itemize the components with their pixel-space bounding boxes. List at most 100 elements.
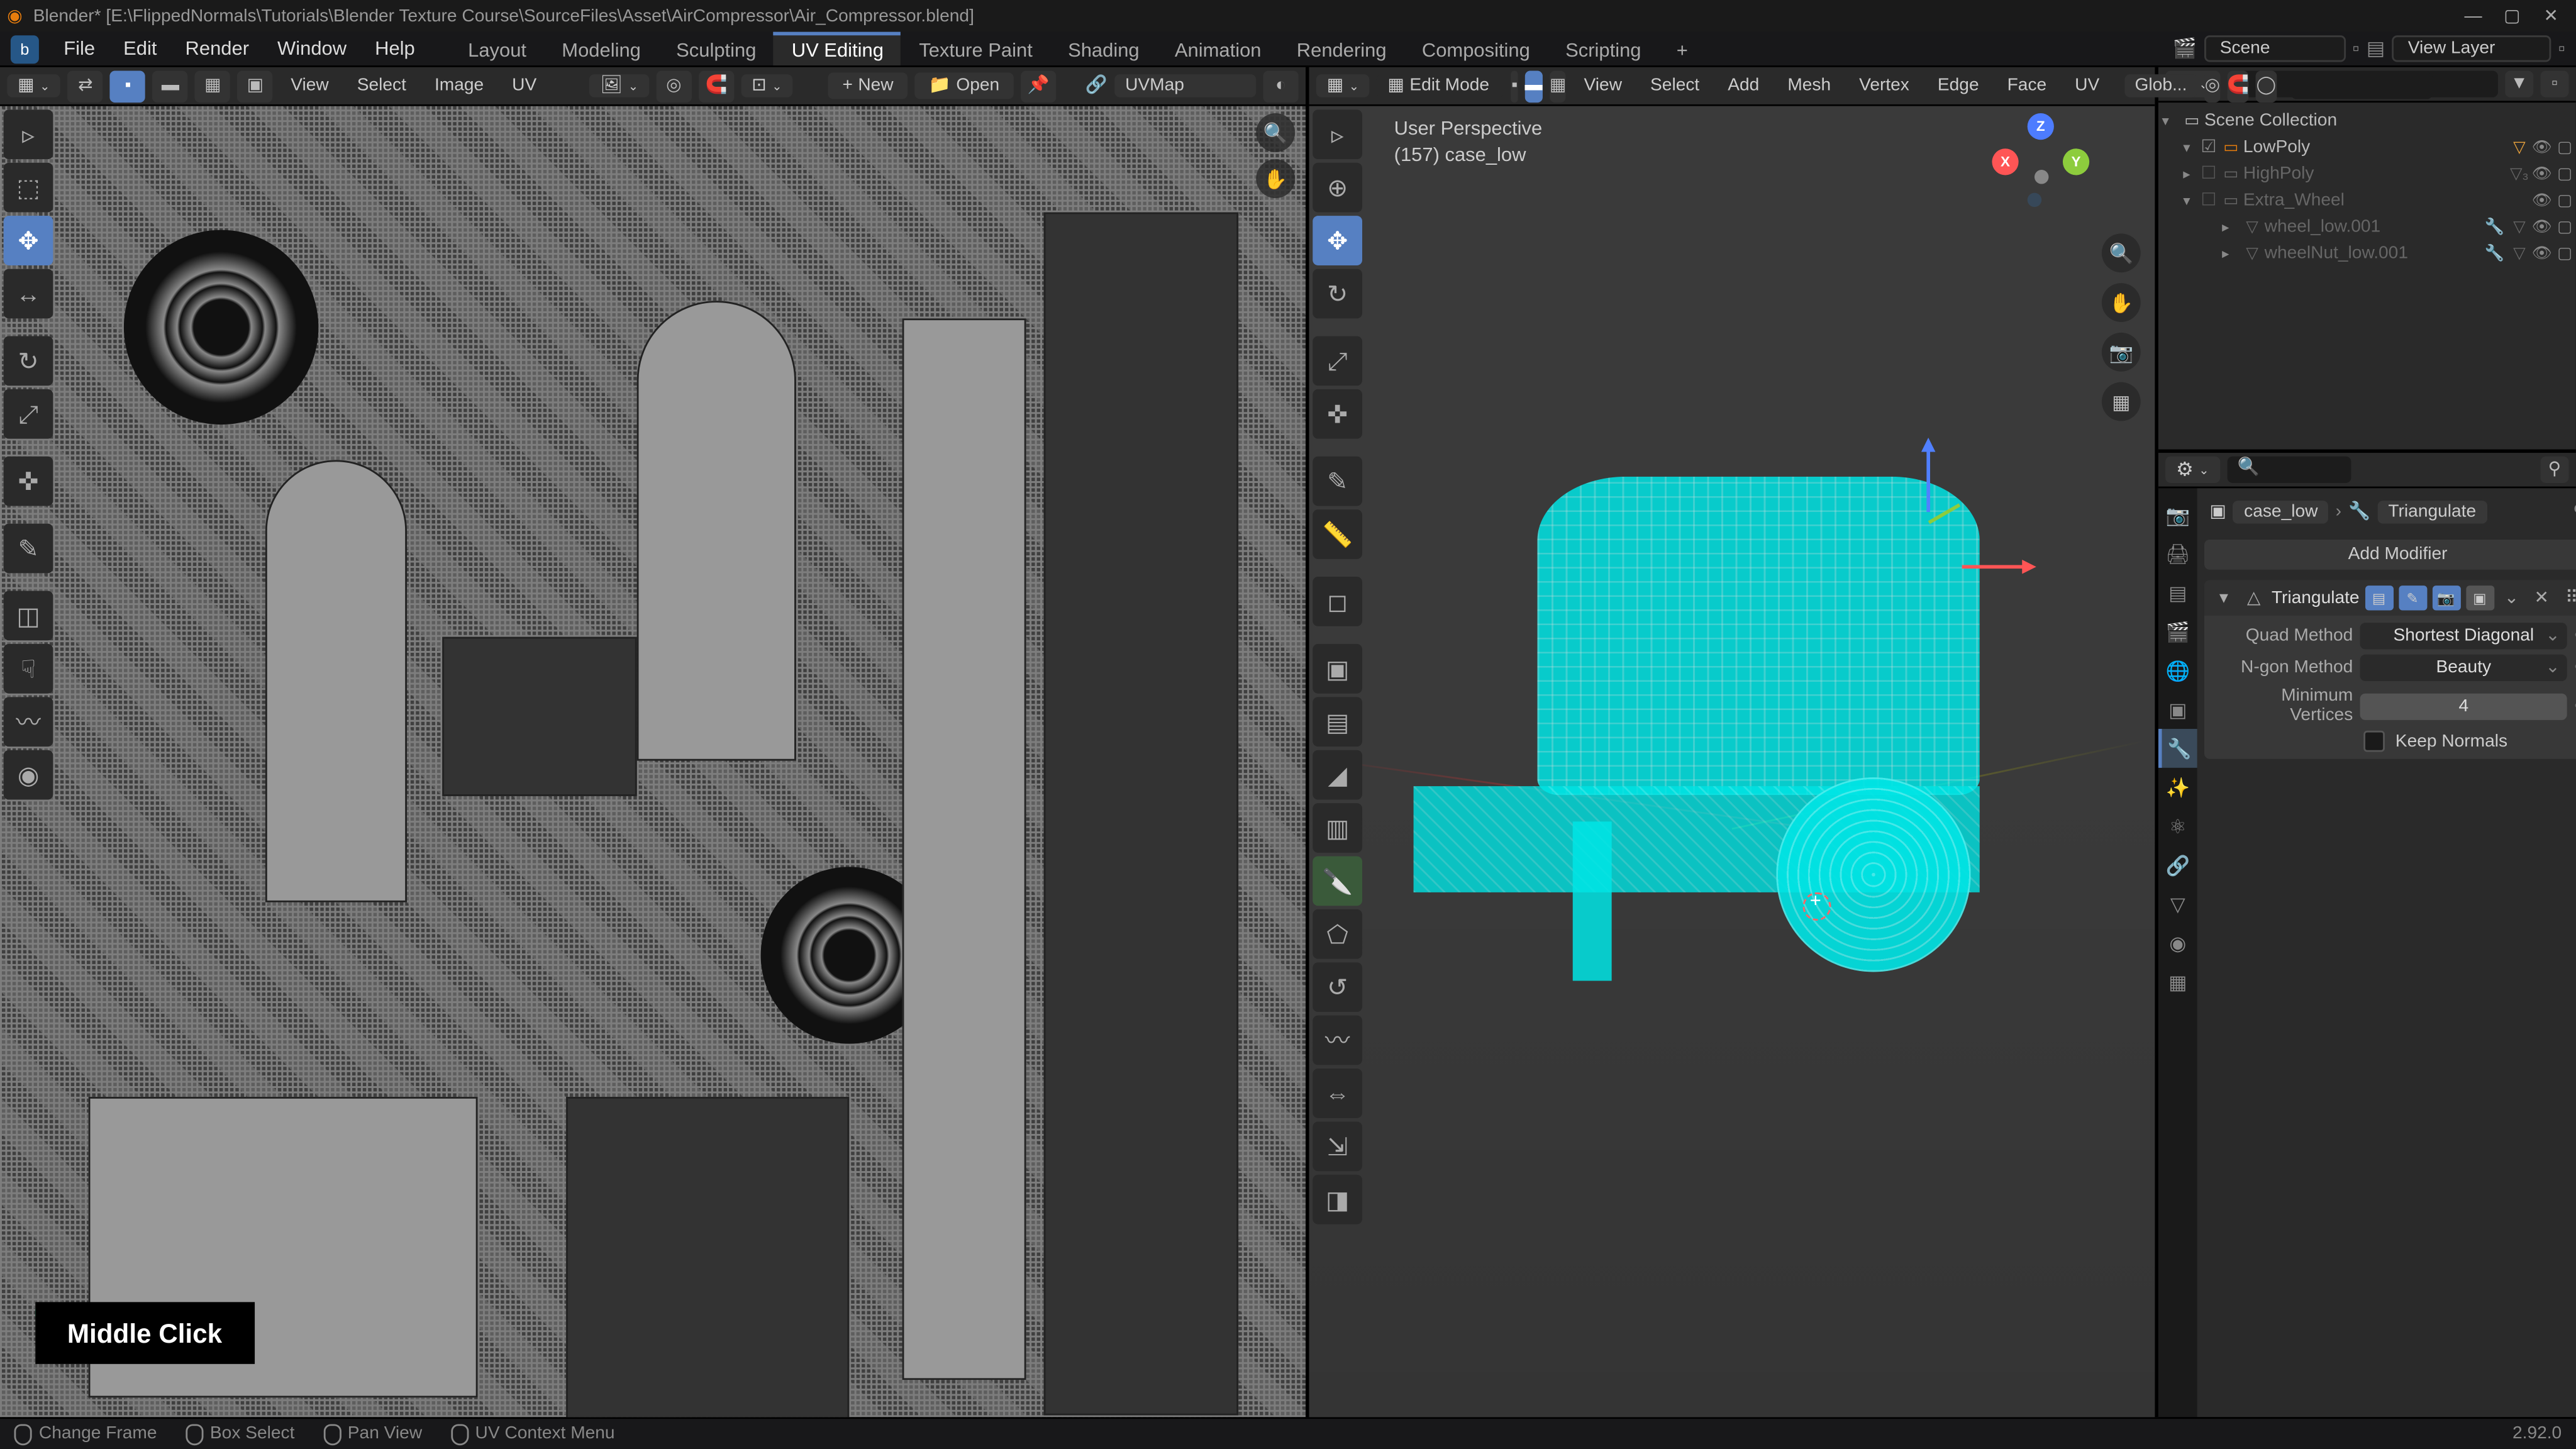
open-image-button[interactable]: 📁Open — [914, 72, 1013, 99]
snap-options[interactable]: ⊡⌄ — [741, 74, 792, 97]
minimize-button[interactable]: — — [2455, 4, 2490, 28]
tab-animation[interactable]: Animation — [1157, 32, 1279, 65]
tab-compositing[interactable]: Compositing — [1404, 32, 1548, 65]
face-select-mode[interactable]: ▦ — [195, 70, 230, 102]
move-z-arrow[interactable] — [1926, 440, 1930, 511]
mod-render-toggle[interactable]: 📷 — [2432, 586, 2460, 610]
uv-menu-view[interactable]: View — [280, 76, 339, 96]
expand-icon[interactable]: ▾ — [2211, 588, 2236, 608]
tool3d-rip[interactable]: ◨ — [1313, 1175, 1362, 1224]
tab-add-workspace[interactable]: + — [1659, 32, 1706, 65]
mod-drag[interactable]: ⠿ — [2559, 588, 2576, 608]
tool3d-shrink[interactable]: ⇲ — [1313, 1121, 1362, 1171]
viewlayer-browse-icon[interactable]: ▫ — [2558, 38, 2565, 59]
navigation-gizmo[interactable]: Z X Y — [1989, 113, 2091, 216]
axis-y-icon[interactable]: Y — [2063, 148, 2089, 175]
tool-scale[interactable]: ⤢ — [4, 389, 53, 439]
tool3d-scale[interactable]: ⤢ — [1313, 336, 1362, 386]
pin-icon[interactable]: ⚲ — [2573, 502, 2576, 522]
mod-realtime-toggle[interactable]: ▤ — [2365, 586, 2393, 610]
tool-pinch[interactable]: ◉ — [4, 750, 53, 800]
tool-annotate[interactable]: ✎ — [4, 524, 53, 574]
3d-menu-view[interactable]: View — [1574, 76, 1633, 96]
close-button[interactable]: ✕ — [2533, 4, 2568, 28]
3d-menu-edge[interactable]: Edge — [1927, 76, 1989, 96]
outliner-filter[interactable]: ▼ — [2505, 71, 2533, 97]
properties-editor-type[interactable]: ⚙⌄ — [2165, 457, 2219, 483]
uv-viewport[interactable]: ▹ ⬚ ✥ ↔ ↻ ⤢ ✜ ✎ ◫ ☟ 〰 ◉ — [0, 106, 1306, 1417]
3d-menu-face[interactable]: Face — [1997, 76, 2057, 96]
tool-rip[interactable]: ◫ — [4, 591, 53, 641]
prop-tab-world[interactable]: 🌐 — [2158, 651, 2197, 690]
tool3d-select[interactable]: ▹ — [1313, 109, 1362, 159]
properties-pin[interactable]: ⚲ — [2540, 457, 2568, 483]
editor-type-selector[interactable]: ▦⌄ — [7, 74, 60, 97]
mode-selector[interactable]: ▦Edit Mode — [1377, 74, 1504, 97]
tab-texture-paint[interactable]: Texture Paint — [901, 32, 1050, 65]
move-x-arrow[interactable] — [1962, 564, 2033, 568]
tool-grab[interactable]: ☟ — [4, 644, 53, 694]
3d-menu-add[interactable]: Add — [1717, 76, 1770, 96]
tree-item-wheelnut-low[interactable]: ▸ ▽ wheelNut_low.001 🔧 ▽ 👁▢ — [2158, 241, 2576, 267]
tree-label[interactable]: HighPoly — [2243, 165, 2507, 184]
prop-tab-texture[interactable]: ▦ — [2158, 962, 2197, 1001]
tab-scripting[interactable]: Scripting — [1548, 32, 1659, 65]
tree-item-extrawheel[interactable]: ▾ ☐ ▭ Extra_Wheel 👁▢ — [2158, 187, 2576, 214]
gizmo-center[interactable] — [2035, 170, 2049, 184]
uv-menu-select[interactable]: Select — [347, 76, 417, 96]
tool3d-bevel[interactable]: ◢ — [1313, 750, 1362, 800]
tool-select-box[interactable]: ⬚ — [4, 163, 53, 213]
mod-cage-toggle[interactable]: ▣ — [2465, 586, 2494, 610]
tab-uv-editing[interactable]: UV Editing — [774, 32, 901, 65]
tool3d-knife[interactable]: 🔪 — [1313, 856, 1362, 906]
mod-extras-menu[interactable]: ⌄ — [2499, 588, 2524, 608]
uv-menu-uv[interactable]: UV — [501, 76, 547, 96]
vertex-select-mode[interactable]: ▪ — [110, 70, 145, 102]
pivot-3d[interactable]: ◎ — [2205, 70, 2221, 102]
prop-tab-modifiers[interactable]: 🔧 — [2158, 729, 2197, 768]
breadcrumb-object[interactable]: case_low — [2233, 501, 2328, 524]
modifier-header[interactable]: ▾ △ Triangulate ▤ ✎ 📷 ▣ ⌄ ✕ ⠿ — [2204, 580, 2576, 616]
exclude-toggle[interactable]: ☐ — [2201, 191, 2218, 211]
3d-search[interactable] — [2290, 72, 2432, 99]
tool3d-polybuild[interactable]: ⬠ — [1313, 909, 1362, 959]
3d-viewport[interactable]: ▹ ⊕ ✥ ↻ ⤢ ✜ ✎ 📏 ◻ ▣ ▤ ◢ ▥ — [1309, 106, 2155, 1417]
tree-item-lowpoly[interactable]: ▾ ☑ ▭ LowPoly ▽ 👁▢ — [2158, 135, 2576, 161]
add-modifier-button[interactable]: Add Modifier — [2204, 540, 2576, 570]
hide-toggle[interactable]: 👁 — [2532, 218, 2552, 237]
prop-tab-particles[interactable]: ✨ — [2158, 768, 2197, 807]
mod-delete[interactable]: ✕ — [2529, 588, 2554, 608]
tool-relax[interactable]: 〰 — [4, 697, 53, 747]
modifier-name[interactable]: Triangulate — [2272, 588, 2360, 608]
tab-layout[interactable]: Layout — [450, 32, 544, 65]
tree-item-highpoly[interactable]: ▸ ☐ ▭ HighPoly ▽₃ 👁▢ — [2158, 161, 2576, 187]
pin-image[interactable]: 📌 — [1021, 70, 1056, 102]
expand-toggle[interactable]: ▾ — [2183, 140, 2201, 155]
tool3d-rotate[interactable]: ↻ — [1313, 269, 1362, 319]
display-channels[interactable]: ◐ — [1263, 70, 1298, 102]
expand-toggle[interactable]: ▸ — [2222, 219, 2240, 235]
tree-label[interactable]: wheelNut_low.001 — [2265, 244, 2482, 264]
ngon-method-selector[interactable]: Beauty — [2360, 655, 2568, 681]
hide-toggle[interactable]: 👁 — [2532, 138, 2552, 157]
axis-neg-z[interactable] — [2028, 193, 2042, 208]
mod-edit-toggle[interactable]: ✎ — [2399, 586, 2427, 610]
maximize-button[interactable]: ▢ — [2494, 4, 2529, 28]
tree-scene-collection[interactable]: ▾ ▭ Scene Collection — [2158, 108, 2576, 135]
keep-normals-checkbox[interactable] — [2363, 731, 2385, 752]
3d-menu-select[interactable]: Select — [1640, 76, 1710, 96]
menu-edit[interactable]: Edit — [109, 32, 171, 65]
tree-label[interactable]: Scene Collection — [2204, 111, 2572, 131]
uv-pan-button[interactable]: ✋ — [1256, 159, 1295, 198]
tab-modeling[interactable]: Modeling — [544, 32, 658, 65]
tool3d-spin[interactable]: ↺ — [1313, 962, 1362, 1012]
perspective-toggle[interactable]: ▦ — [2102, 382, 2141, 421]
snap-3d[interactable]: 🧲 — [2227, 70, 2249, 102]
camera-button[interactable]: 📷 — [2102, 333, 2141, 372]
tool-move[interactable]: ↔ — [4, 269, 53, 319]
hide-toggle[interactable]: 👁 — [2532, 191, 2552, 211]
tool-tweak[interactable]: ▹ — [4, 109, 53, 159]
expand-toggle[interactable]: ▸ — [2222, 246, 2240, 262]
disable-toggle[interactable]: ▢ — [2557, 165, 2572, 184]
3d-menu-vertex[interactable]: Vertex — [1848, 76, 1920, 96]
